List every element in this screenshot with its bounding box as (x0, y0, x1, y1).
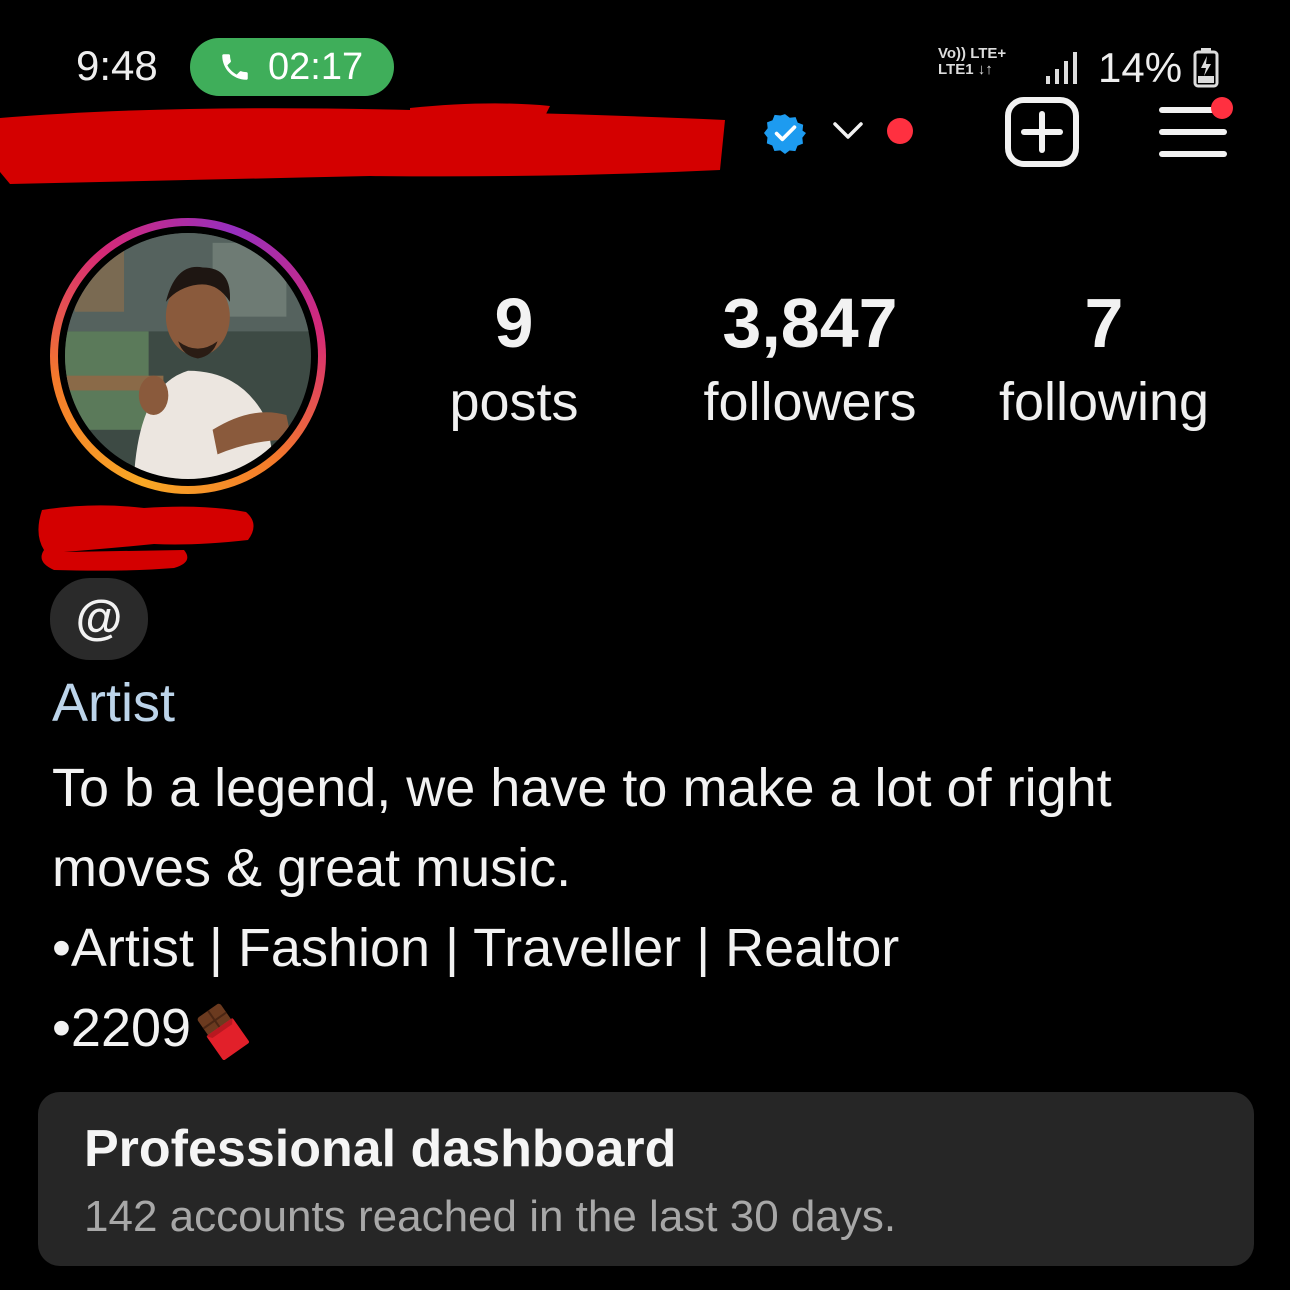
chevron-down-icon[interactable] (830, 117, 866, 145)
notification-dot (887, 118, 913, 144)
bio-line: To b a legend, we have to make a lot of … (52, 758, 1112, 818)
network-indicator: Vo)) LTE+ LTE1 ↓↑ (938, 46, 1006, 78)
following-stat[interactable]: 7 following (978, 286, 1230, 432)
followers-stat[interactable]: 3,847 followers (676, 286, 944, 432)
bio-line: moves & great music. (52, 838, 572, 898)
bio-line-text: •2209 (52, 998, 192, 1058)
following-label: following (998, 372, 1210, 432)
create-plus-icon[interactable] (1004, 96, 1080, 168)
threads-badge-button[interactable]: @ (50, 578, 148, 660)
menu-icon[interactable] (1156, 96, 1238, 166)
battery-percentage: 14% (1098, 44, 1183, 91)
verified-badge-icon (764, 114, 806, 154)
battery-charging-icon (1193, 48, 1219, 88)
bio-line: •Artist | Fashion | Traveller | Realtor (52, 918, 900, 978)
network-line-1: Vo)) LTE+ (938, 45, 1007, 62)
threads-icon: @ (75, 592, 123, 645)
chocolate-bar-icon (197, 1003, 250, 1060)
posts-count: 9 (494, 284, 534, 362)
posts-label: posts (449, 372, 579, 432)
phone-icon (222, 54, 248, 80)
dashboard-subtitle: 142 accounts reached in the last 30 days… (84, 1192, 897, 1241)
followers-label: followers (703, 372, 917, 432)
avatar (65, 233, 311, 479)
dashboard-title: Professional dashboard (84, 1120, 677, 1178)
status-time: 9:48 (76, 42, 158, 89)
call-duration: 02:17 (268, 45, 364, 88)
bio-line: •2209 (52, 988, 1252, 1068)
professional-dashboard-card[interactable]: Professional dashboard 142 accounts reac… (38, 1092, 1254, 1266)
avatar-story-ring[interactable] (50, 218, 326, 494)
followers-count: 3,847 (722, 284, 898, 362)
redacted-username (0, 103, 725, 184)
profile-category: Artist (52, 673, 176, 733)
redacted-display-name (38, 505, 254, 571)
ongoing-call-pill[interactable]: 02:17 (190, 38, 394, 96)
signal-bars-icon (1046, 52, 1077, 84)
network-line-2: LTE1 ↓↑ (938, 61, 993, 78)
profile-bio: To b a legend, we have to make a lot of … (52, 748, 1252, 1068)
following-count: 7 (1084, 284, 1124, 362)
posts-stat[interactable]: 9 posts (414, 286, 614, 432)
